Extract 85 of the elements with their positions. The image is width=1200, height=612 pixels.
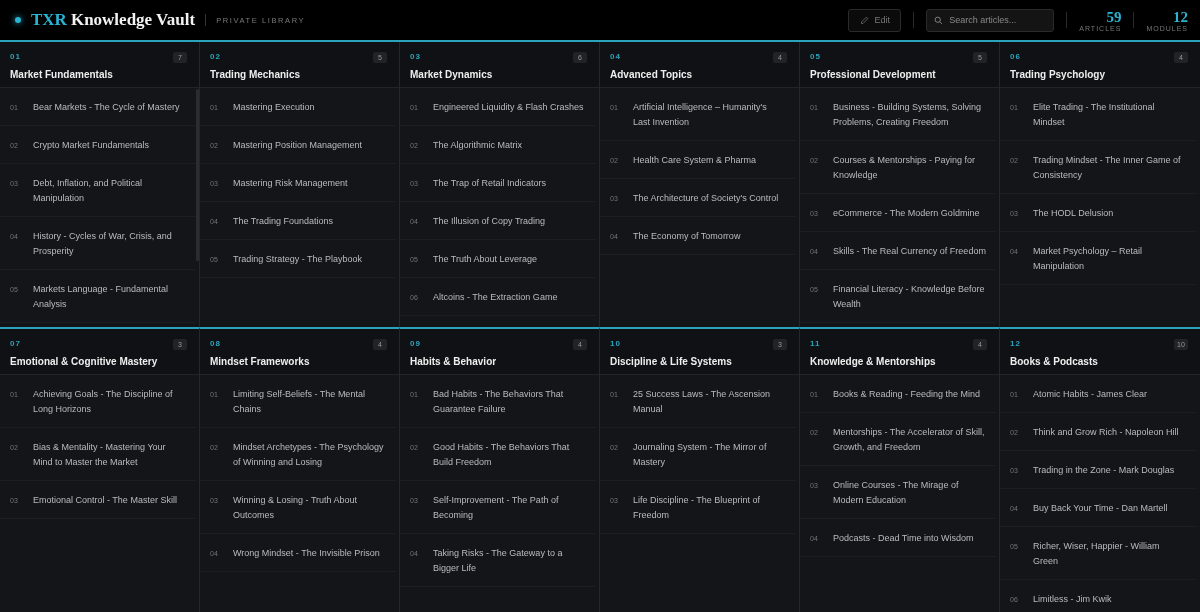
article-title: The Illusion of Copy Trading — [433, 215, 546, 228]
article-title: The Algorithmic Matrix — [433, 139, 523, 152]
search-field[interactable]: Search articles... — [926, 8, 1055, 32]
module-title: Market Dynamics — [410, 69, 494, 80]
module-title: Books & Podcasts — [1010, 356, 1099, 367]
article-title: History - Cycles of War, Crisis, and Prosperity — [33, 230, 173, 258]
module-title: Mindset Frameworks — [210, 356, 311, 367]
article-title: Trading in the Zone - Mark Douglas — [1033, 464, 1175, 477]
pencil-icon — [859, 15, 869, 25]
article-title: Mentorships - The Accelerator of Skill, Growth, and Freedom — [833, 426, 986, 454]
article-title: Limitless - Jim Kwik — [1033, 593, 1112, 606]
article-title: Courses & Mentorships - Paying for Knowledge — [833, 154, 977, 182]
stat-value: 59 — [1106, 8, 1122, 25]
module-title: Knowledge & Mentorships — [810, 356, 937, 367]
article-title: Skills - The Real Currency of Freedom — [833, 245, 986, 258]
stat-value: 12 — [1173, 8, 1188, 25]
module-title: Habits & Behavior — [410, 356, 498, 367]
article-title: Business - Building Systems, Solving Problems, Creating Freedom — [833, 101, 983, 129]
article-title: The Economy of Tomorrow — [633, 230, 741, 243]
article-title: Health Care System & Pharma — [633, 154, 757, 167]
module-number: 10 — [610, 339, 621, 348]
module-title: Discipline & Life Systems — [610, 356, 733, 367]
article-title: Bad Habits - The Behaviors That Guarantee Failure — [433, 388, 565, 416]
article-title: Taking Risks - The Gateway to a Bigger Life — [433, 547, 564, 575]
article-title: Richer, Wiser, Happier - William Green — [1033, 540, 1161, 568]
module-number: 06 — [1010, 52, 1021, 61]
article-title: Online Courses - The Mirage of Modern Education — [833, 479, 960, 507]
module-number: 01 — [10, 52, 21, 61]
article-title: Books & Reading - Feeding the Mind — [833, 388, 981, 401]
article-title: The HODL Delusion — [1033, 207, 1114, 220]
article-title: Mindset Archetypes - The Psychology of Winning and Losing — [233, 441, 385, 469]
article-title: Journaling System - The Mirror of Mastery — [633, 441, 768, 469]
article-title: The Trap of Retail Indicators — [433, 177, 547, 190]
module-number: 08 — [210, 339, 221, 348]
article-title: Podcasts - Dead Time into Wisdom — [833, 532, 974, 545]
module-number: 07 — [10, 339, 21, 348]
module-title: Emotional & Cognitive Mastery — [10, 356, 159, 367]
status-dot — [15, 17, 21, 23]
module-number: 02 — [210, 52, 221, 61]
article-title: Buy Back Your Time - Dan Martell — [1033, 502, 1168, 515]
article-title: Elite Trading - The Institutional Mindset — [1033, 101, 1156, 129]
article-title: Life Discipline - The Blueprint of Freedom — [633, 494, 761, 522]
article-title: Mastering Execution — [233, 101, 315, 114]
module-title: Trading Psychology — [1010, 69, 1107, 80]
app-title: TXR Knowledge Vault — [31, 10, 196, 30]
article-title: Think and Grow Rich - Napoleon Hill — [1033, 426, 1179, 439]
module-number: 04 — [610, 52, 621, 61]
search-icon — [934, 15, 944, 25]
article-title: Altcoins - The Extraction Game — [433, 291, 558, 304]
module-title: Professional Development — [810, 69, 937, 80]
article-title: Wrong Mindset - The Invisible Prison — [233, 547, 380, 560]
article-title: Achieving Goals - The Discipline of Long Horizons — [33, 388, 174, 416]
article-title: Engineered Liquidity & Flash Crashes — [433, 101, 584, 114]
article-title: Atomic Habits - James Clear — [1033, 388, 1148, 401]
article-title: The Architecture of Society's Control — [633, 192, 779, 205]
article-title: Financial Literacy - Knowledge Before Wealth — [833, 283, 986, 311]
article-title: Self-Improvement - The Path of Becoming — [433, 494, 560, 522]
module-number: 03 — [410, 52, 421, 61]
article-title: The Trading Foundations — [233, 215, 334, 228]
article-title: 25 Success Laws - The Ascension Manual — [633, 388, 771, 416]
article-title: The Truth About Leverage — [433, 253, 538, 266]
article-title: eCommerce - The Modern Goldmine — [833, 207, 980, 220]
module-title: Trading Mechanics — [210, 69, 302, 80]
article-title: Limiting Self-Beliefs - The Mental Chains — [233, 388, 366, 416]
article-title: Winning & Losing - Truth About Outcomes — [233, 494, 359, 522]
article-title: Crypto Market Fundamentals — [33, 139, 150, 152]
article-title: Markets Language - Fundamental Analysis — [33, 283, 170, 311]
module-number: 11 — [810, 339, 821, 348]
article-title: Bias & Mentality - Mastering Your Mind to Master the Market — [33, 441, 167, 469]
edit-button[interactable]: Edit — [848, 8, 902, 32]
module-title: Advanced Topics — [610, 69, 694, 80]
article-title: Trading Strategy - The Playbook — [233, 253, 363, 266]
module-number: 12 — [1010, 339, 1021, 348]
article-title: Bear Markets - The Cycle of Mastery — [33, 101, 180, 114]
article-title: Artificial Intelligence – Humanity's Last Invention — [633, 101, 768, 129]
article-title: Good Habits - The Behaviors That Build Freedom — [433, 441, 571, 469]
article-title: Debt, Inflation, and Political Manipulation — [33, 177, 144, 205]
module-number: 05 — [810, 52, 821, 61]
module-number: 09 — [410, 339, 421, 348]
article-title: Mastering Risk Management — [233, 177, 348, 190]
article-title: Mastering Position Management — [233, 139, 363, 152]
module-title: Market Fundamentals — [10, 69, 114, 80]
article-title: Trading Mindset - The Inner Game of Consistency — [1033, 154, 1182, 182]
article-title: Emotional Control - The Master Skill — [33, 494, 177, 507]
article-title: Market Psychology – Retail Manipulation — [1033, 245, 1144, 273]
